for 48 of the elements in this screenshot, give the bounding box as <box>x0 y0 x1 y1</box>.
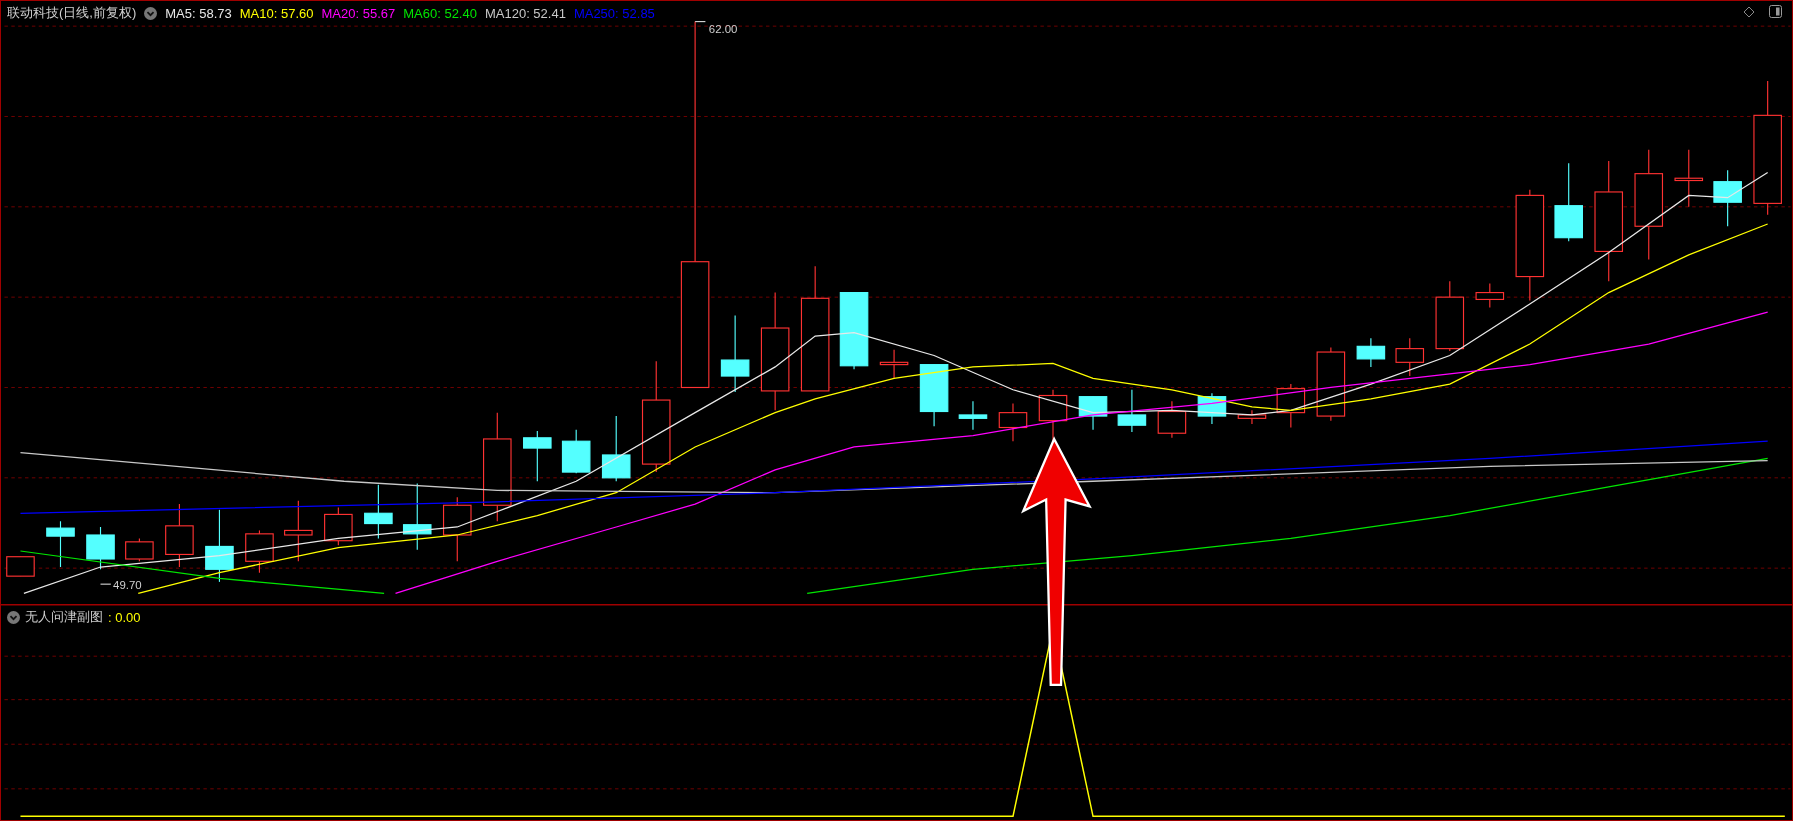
stock-title: 联动科技(日线,前复权) <box>7 4 137 22</box>
candlestick <box>46 520 75 568</box>
candlestick <box>86 526 115 570</box>
candlestick <box>523 430 552 482</box>
candlestick <box>6 556 35 577</box>
moving-average-value: MA250: 52.85 <box>573 5 655 21</box>
price-low-label: 49.70 <box>113 578 142 591</box>
candlestick <box>443 496 472 562</box>
candlestick <box>1475 282 1505 308</box>
candlestick <box>1674 149 1704 208</box>
candlestick <box>1356 337 1386 368</box>
candlestick <box>364 484 393 539</box>
candlestick <box>125 537 154 562</box>
dropdown-icon[interactable] <box>7 610 20 624</box>
candlestick <box>919 364 949 427</box>
moving-average-value: MA5: 58.73 <box>165 5 232 21</box>
candlestick <box>324 507 353 546</box>
candlestick <box>402 482 432 551</box>
candlestick <box>958 400 988 431</box>
candlestick <box>1395 337 1425 377</box>
panel-toggle-icon[interactable] <box>1769 5 1782 18</box>
candlestick <box>998 402 1028 442</box>
leader-line <box>99 583 112 585</box>
moving-average-value: MA120: 52.41 <box>484 5 566 21</box>
candlestick <box>1117 389 1147 433</box>
candlestick <box>245 529 274 574</box>
candlestick <box>1435 280 1465 352</box>
candlestick <box>1197 392 1227 425</box>
candlestick <box>1078 396 1108 431</box>
candlestick <box>1038 389 1068 442</box>
diamond-icon[interactable] <box>1743 5 1755 18</box>
candlestick <box>1276 383 1306 429</box>
candlestick <box>165 503 194 568</box>
candlestick <box>1237 409 1267 425</box>
dropdown-icon[interactable] <box>144 6 158 20</box>
moving-average-value: MA60: 52.40 <box>403 5 477 21</box>
candlestick <box>561 429 591 474</box>
candlestick <box>601 415 631 482</box>
leader-line <box>694 21 706 23</box>
indicator-value: : 0.00 <box>108 609 141 625</box>
moving-average-value: MA20: 55.67 <box>321 5 396 21</box>
candlestick <box>1157 400 1187 439</box>
candlestick <box>284 500 313 562</box>
moving-average-value: MA10: 57.60 <box>239 5 314 21</box>
candlestick <box>879 349 909 379</box>
indicator-name: 无人问津副图 <box>25 608 103 626</box>
candlestick <box>1713 169 1742 227</box>
price-high-label: 62.00 <box>708 23 738 35</box>
